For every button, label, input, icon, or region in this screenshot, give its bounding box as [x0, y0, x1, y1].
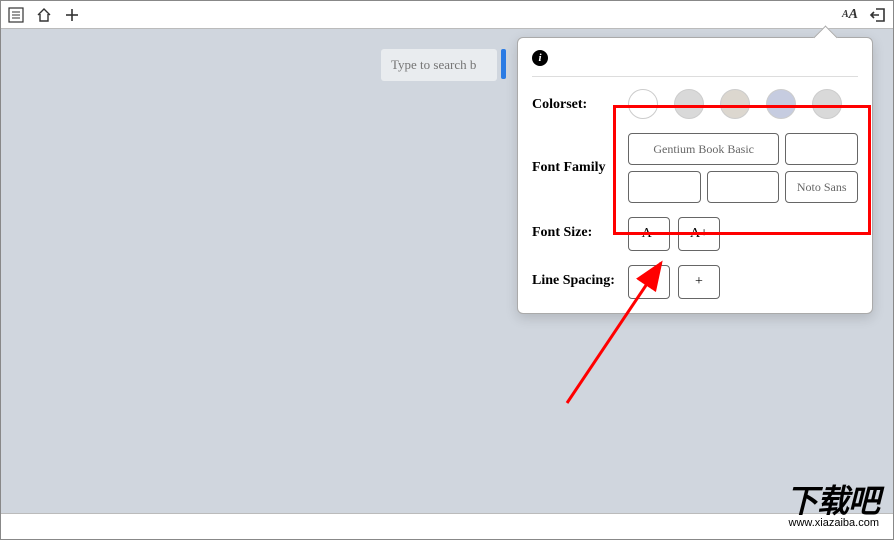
fontfamily-label: Font Family: [532, 160, 628, 176]
home-icon[interactable]: [35, 6, 53, 24]
fontsize-label: Font Size:: [532, 217, 628, 241]
linespacing-controls: - +: [628, 265, 858, 299]
font-option-4[interactable]: [707, 171, 780, 203]
linespacing-row: Line Spacing: - +: [532, 265, 858, 299]
linespacing-decrease-button[interactable]: -: [628, 265, 670, 299]
colorset-swatches: [628, 89, 858, 119]
font-settings-icon[interactable]: AA: [841, 6, 859, 24]
fontsize-decrease-button[interactable]: A-: [628, 217, 670, 251]
info-row: i: [532, 50, 858, 77]
search-accent: [501, 49, 506, 79]
colorset-swatch-blue[interactable]: [766, 89, 796, 119]
linespacing-label: Line Spacing:: [532, 265, 628, 289]
info-icon[interactable]: i: [532, 50, 548, 66]
fontfamily-row: Font Family Gentium Book Basic Noto Sans: [532, 133, 858, 203]
colorset-swatch-gray2[interactable]: [812, 89, 842, 119]
colorset-label: Colorset:: [532, 89, 628, 113]
fontsize-controls: A- A+: [628, 217, 858, 251]
add-icon[interactable]: [63, 6, 81, 24]
font-option-noto[interactable]: Noto Sans: [785, 171, 858, 203]
colorset-swatch-sepia[interactable]: [720, 89, 750, 119]
toolbar: AA: [1, 1, 893, 29]
toolbar-left: [7, 6, 81, 24]
font-option-3[interactable]: [628, 171, 701, 203]
colorset-swatch-gray[interactable]: [674, 89, 704, 119]
fontsize-row: Font Size: A- A+: [532, 217, 858, 251]
settings-popover: i Colorset: Font Family Gentium Book Bas…: [517, 37, 873, 314]
font-option-2[interactable]: [785, 133, 858, 165]
watermark: 下载吧 www.xiazaiba.com: [786, 485, 879, 529]
bottom-bar: [1, 513, 893, 539]
watermark-logo: 下载吧: [786, 485, 879, 517]
fontfamily-options: Gentium Book Basic Noto Sans: [628, 133, 858, 203]
search-input[interactable]: [381, 49, 497, 81]
colorset-swatch-white[interactable]: [628, 89, 658, 119]
watermark-url: www.xiazaiba.com: [786, 517, 879, 529]
linespacing-increase-button[interactable]: +: [678, 265, 720, 299]
toolbar-right: AA: [841, 6, 887, 24]
fontsize-increase-button[interactable]: A+: [678, 217, 720, 251]
list-icon[interactable]: [7, 6, 25, 24]
font-option-gentium[interactable]: Gentium Book Basic: [628, 133, 779, 165]
colorset-row: Colorset:: [532, 89, 858, 119]
exit-icon[interactable]: [869, 6, 887, 24]
